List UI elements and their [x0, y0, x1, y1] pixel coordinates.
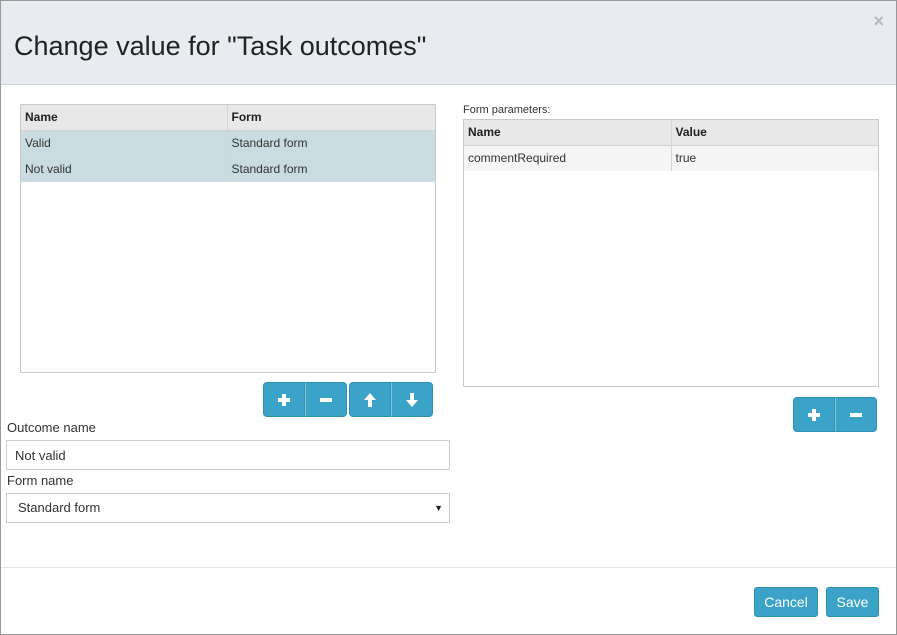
- cell-form: Standard form: [226, 156, 435, 182]
- column-header-name[interactable]: Name: [464, 120, 671, 146]
- table-row[interactable]: Not valid Standard form: [21, 156, 435, 182]
- outcomes-grid: Name Form Valid Standard form Not valid …: [20, 104, 436, 373]
- move-down-button[interactable]: [391, 382, 433, 417]
- plus-icon: [808, 408, 820, 421]
- table-row[interactable]: Valid Standard form: [21, 130, 435, 156]
- cell-name: Valid: [21, 130, 227, 156]
- change-value-dialog: Change value for "Task outcomes" × Name …: [0, 0, 897, 635]
- plus-icon: [278, 393, 290, 406]
- remove-outcome-button[interactable]: [305, 382, 347, 417]
- arrow-up-icon: [364, 392, 376, 407]
- column-header-form[interactable]: Form: [226, 105, 435, 131]
- remove-parameter-button[interactable]: [835, 397, 877, 432]
- dialog-title: Change value for "Task outcomes": [14, 31, 427, 61]
- save-button[interactable]: Save: [826, 587, 879, 617]
- form-parameters-label: Form parameters:: [463, 104, 551, 116]
- form-name-label: Form name: [7, 473, 74, 488]
- table-row[interactable]: commentRequired true: [464, 145, 878, 171]
- outcome-name-label: Outcome name: [7, 420, 96, 435]
- outcome-toolbar: [263, 382, 433, 417]
- column-header-value[interactable]: Value: [670, 120, 878, 146]
- arrow-down-icon: [406, 392, 418, 407]
- form-parameters-grid: Name Value commentRequired true: [463, 119, 879, 387]
- add-remove-group: [263, 382, 347, 417]
- move-group: [349, 382, 433, 417]
- column-header-name[interactable]: Name: [21, 105, 227, 131]
- add-parameter-button[interactable]: [793, 397, 835, 432]
- cancel-button[interactable]: Cancel: [754, 587, 818, 617]
- dialog-footer: Cancel Save: [1, 567, 896, 634]
- move-up-button[interactable]: [349, 382, 391, 417]
- add-outcome-button[interactable]: [263, 382, 305, 417]
- form-name-select[interactable]: Standard form ▼: [6, 493, 450, 523]
- cell-name: Not valid: [21, 156, 227, 182]
- cell-value: true: [670, 145, 878, 171]
- dialog-header: Change value for "Task outcomes" ×: [1, 1, 896, 85]
- cell-form: Standard form: [226, 130, 435, 156]
- minus-icon: [850, 412, 862, 417]
- parameter-toolbar: [793, 397, 877, 432]
- cell-name: commentRequired: [464, 145, 671, 171]
- caret-down-icon: ▼: [434, 503, 443, 513]
- close-icon[interactable]: ×: [873, 11, 884, 31]
- form-name-selected-value: Standard form: [18, 500, 101, 515]
- minus-icon: [320, 397, 332, 402]
- outcome-name-input[interactable]: [6, 440, 450, 470]
